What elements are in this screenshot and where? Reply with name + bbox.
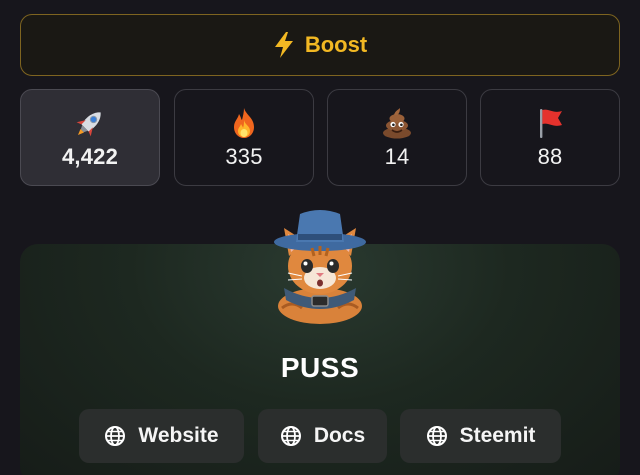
boost-button[interactable]: Boost xyxy=(20,14,620,76)
stat-fire[interactable]: 335 xyxy=(174,89,314,186)
globe-icon xyxy=(426,425,448,447)
cat-in-hat-avatar xyxy=(262,208,378,326)
stat-red-flag[interactable]: 88 xyxy=(480,89,620,186)
token-name: PUSS xyxy=(280,352,360,383)
rocket-icon xyxy=(73,106,107,140)
globe-icon xyxy=(280,425,302,447)
token-page: Boost 4,422 335 14 88 PUSS Website Docs … xyxy=(0,0,640,475)
stat-count: 335 xyxy=(225,143,263,169)
steemit-label: Steemit xyxy=(459,424,536,447)
steemit-button[interactable]: Steemit xyxy=(400,409,561,463)
docs-label: Docs xyxy=(313,424,366,447)
globe-icon xyxy=(104,425,126,447)
stat-count: 14 xyxy=(384,143,410,169)
red-flag-icon xyxy=(533,106,567,140)
stat-count: 4,422 xyxy=(61,143,119,169)
stat-poop[interactable]: 14 xyxy=(327,89,467,186)
docs-button[interactable]: Docs xyxy=(258,409,387,463)
stat-rocket[interactable]: 4,422 xyxy=(20,89,160,186)
lightning-bolt-icon xyxy=(273,32,295,58)
website-button[interactable]: Website xyxy=(79,409,244,463)
website-label: Website xyxy=(138,424,219,447)
poop-icon xyxy=(380,106,414,140)
fire-icon xyxy=(227,106,261,140)
boost-label: Boost xyxy=(304,32,368,57)
stat-count: 88 xyxy=(537,143,563,169)
